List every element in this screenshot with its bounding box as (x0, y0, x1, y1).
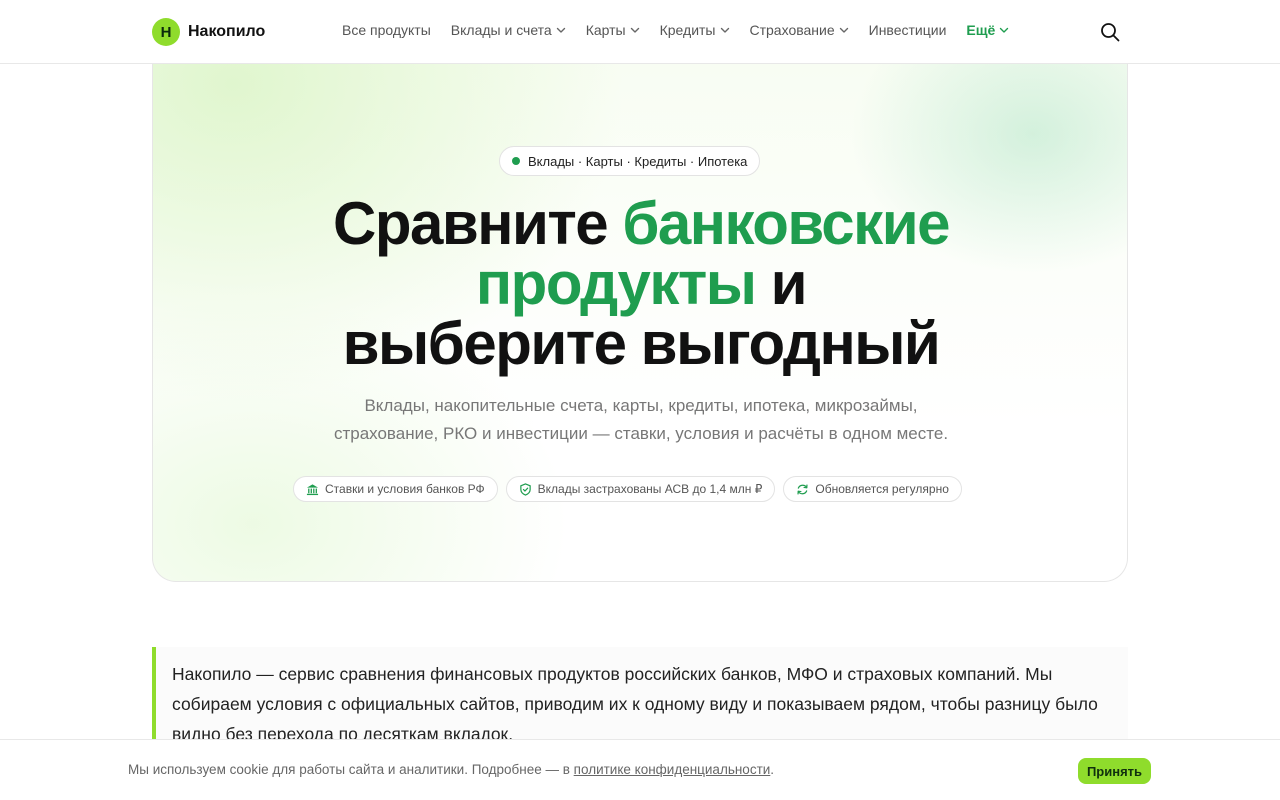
accept-cookies-button[interactable]: Принять (1078, 758, 1151, 784)
nav-item-label: Кредиты (659, 22, 716, 38)
bank-icon (306, 483, 319, 495)
nav-item-all-products[interactable]: Все продукты (342, 22, 431, 38)
logo-text: Накопило (188, 23, 266, 40)
hero-section: Вклады · Карты · Кредиты · Ипотека Сравн… (152, 64, 1128, 582)
chevron-down-icon (630, 27, 639, 33)
chevron-down-icon (1000, 27, 1009, 33)
headline-highlight: продукты (475, 250, 757, 317)
about-text: Накопило — сервис сравнения финансовых п… (172, 664, 1098, 744)
hero-subtitle: Вклады, накопительные счета, карты, кред… (153, 392, 1127, 448)
nav-item-label: Вклады и счета (450, 22, 552, 38)
refresh-icon (797, 483, 808, 495)
headline-highlight: банковские (622, 190, 950, 257)
nav-item-deposits[interactable]: Вклады и счета (451, 22, 566, 38)
nav-item-label: Все продукты (342, 22, 431, 38)
nav-item-label: Ещё (966, 22, 996, 38)
badge-label: Ставки и условия банков РФ (325, 482, 485, 496)
categories-pill-label: Вклады · Карты · Кредиты · Ипотека (528, 153, 748, 169)
nav-item-cards[interactable]: Карты (586, 22, 640, 38)
trust-badges: Ставки и условия банков РФ Вклады застра… (293, 476, 962, 502)
chevron-down-icon (839, 27, 848, 33)
badge-insurance: Вклады застрахованы АСВ до 1,4 млн ₽ (505, 476, 776, 502)
headline-part: и (755, 250, 808, 317)
categories-pill: Вклады · Карты · Кредиты · Ипотека (499, 146, 761, 176)
status-dot (512, 157, 520, 165)
cookie-banner: Мы используем cookie для работы сайта и … (0, 739, 1280, 800)
subtitle-line: Вклады, накопительные счета, карты, кред… (364, 396, 918, 415)
badge-label: Вклады застрахованы АСВ до 1,4 млн ₽ (537, 482, 763, 496)
headline-part: Сравните (333, 190, 623, 257)
chevron-down-icon (720, 27, 729, 33)
badge-updates: Обновляется регулярно (783, 476, 962, 502)
cookie-message-end: . (770, 762, 775, 777)
nav-item-label: Карты (585, 22, 626, 38)
privacy-policy-link[interactable]: политике конфиденциальности (574, 762, 771, 777)
headline-part: выберите выгодный (342, 310, 941, 377)
nav-item-more[interactable]: Ещё (966, 22, 1009, 38)
nav-item-label: Страхование (749, 22, 835, 38)
nav-item-investments[interactable]: Инвестиции (869, 22, 947, 38)
subtitle-line: страхование, РКО и инвестиции — ставки, … (333, 424, 949, 443)
shield-icon (519, 482, 531, 496)
badge-rates: Ставки и условия банков РФ (293, 476, 498, 502)
hero-headline: Сравните банковские продукты и выберите … (153, 194, 1127, 377)
nav-item-insurance[interactable]: Страхование (750, 22, 849, 38)
logo-mark: Н (152, 18, 180, 46)
cookie-text: Мы используем cookie для работы сайта и … (128, 762, 774, 777)
search-icon[interactable] (1099, 21, 1121, 43)
chevron-down-icon (556, 27, 565, 33)
nav-item-credits[interactable]: Кредиты (660, 22, 730, 38)
cookie-message: Мы используем cookie для работы сайта и … (128, 762, 574, 777)
nav-item-label: Инвестиции (868, 22, 947, 38)
logo[interactable]: Н Накопило (152, 18, 265, 46)
badge-label: Обновляется регулярно (815, 482, 949, 496)
site-header: Н Накопило Все продукты Вклады и счета К… (0, 0, 1280, 64)
main-nav: Все продукты Вклады и счета Карты Кредит… (342, 22, 1009, 38)
